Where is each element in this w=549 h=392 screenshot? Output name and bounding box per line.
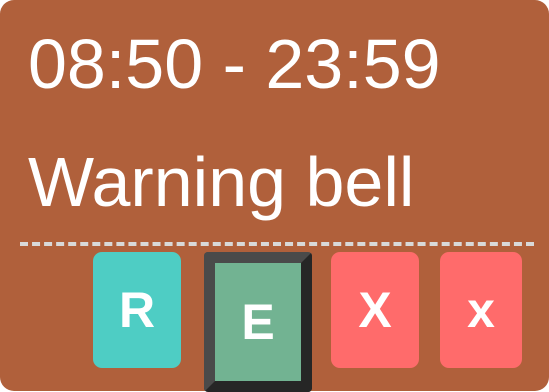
event-title: Warning bell (28, 143, 415, 221)
x-lower-button[interactable]: x (440, 252, 522, 368)
time-range: 08:50 - 23:59 (28, 25, 441, 103)
x-upper-button[interactable]: X (331, 252, 419, 368)
dashed-divider (20, 242, 534, 246)
e-button[interactable]: E (204, 252, 312, 392)
r-button[interactable]: R (93, 252, 181, 368)
event-card: 08:50 - 23:59 Warning bell R E X x (0, 0, 549, 392)
